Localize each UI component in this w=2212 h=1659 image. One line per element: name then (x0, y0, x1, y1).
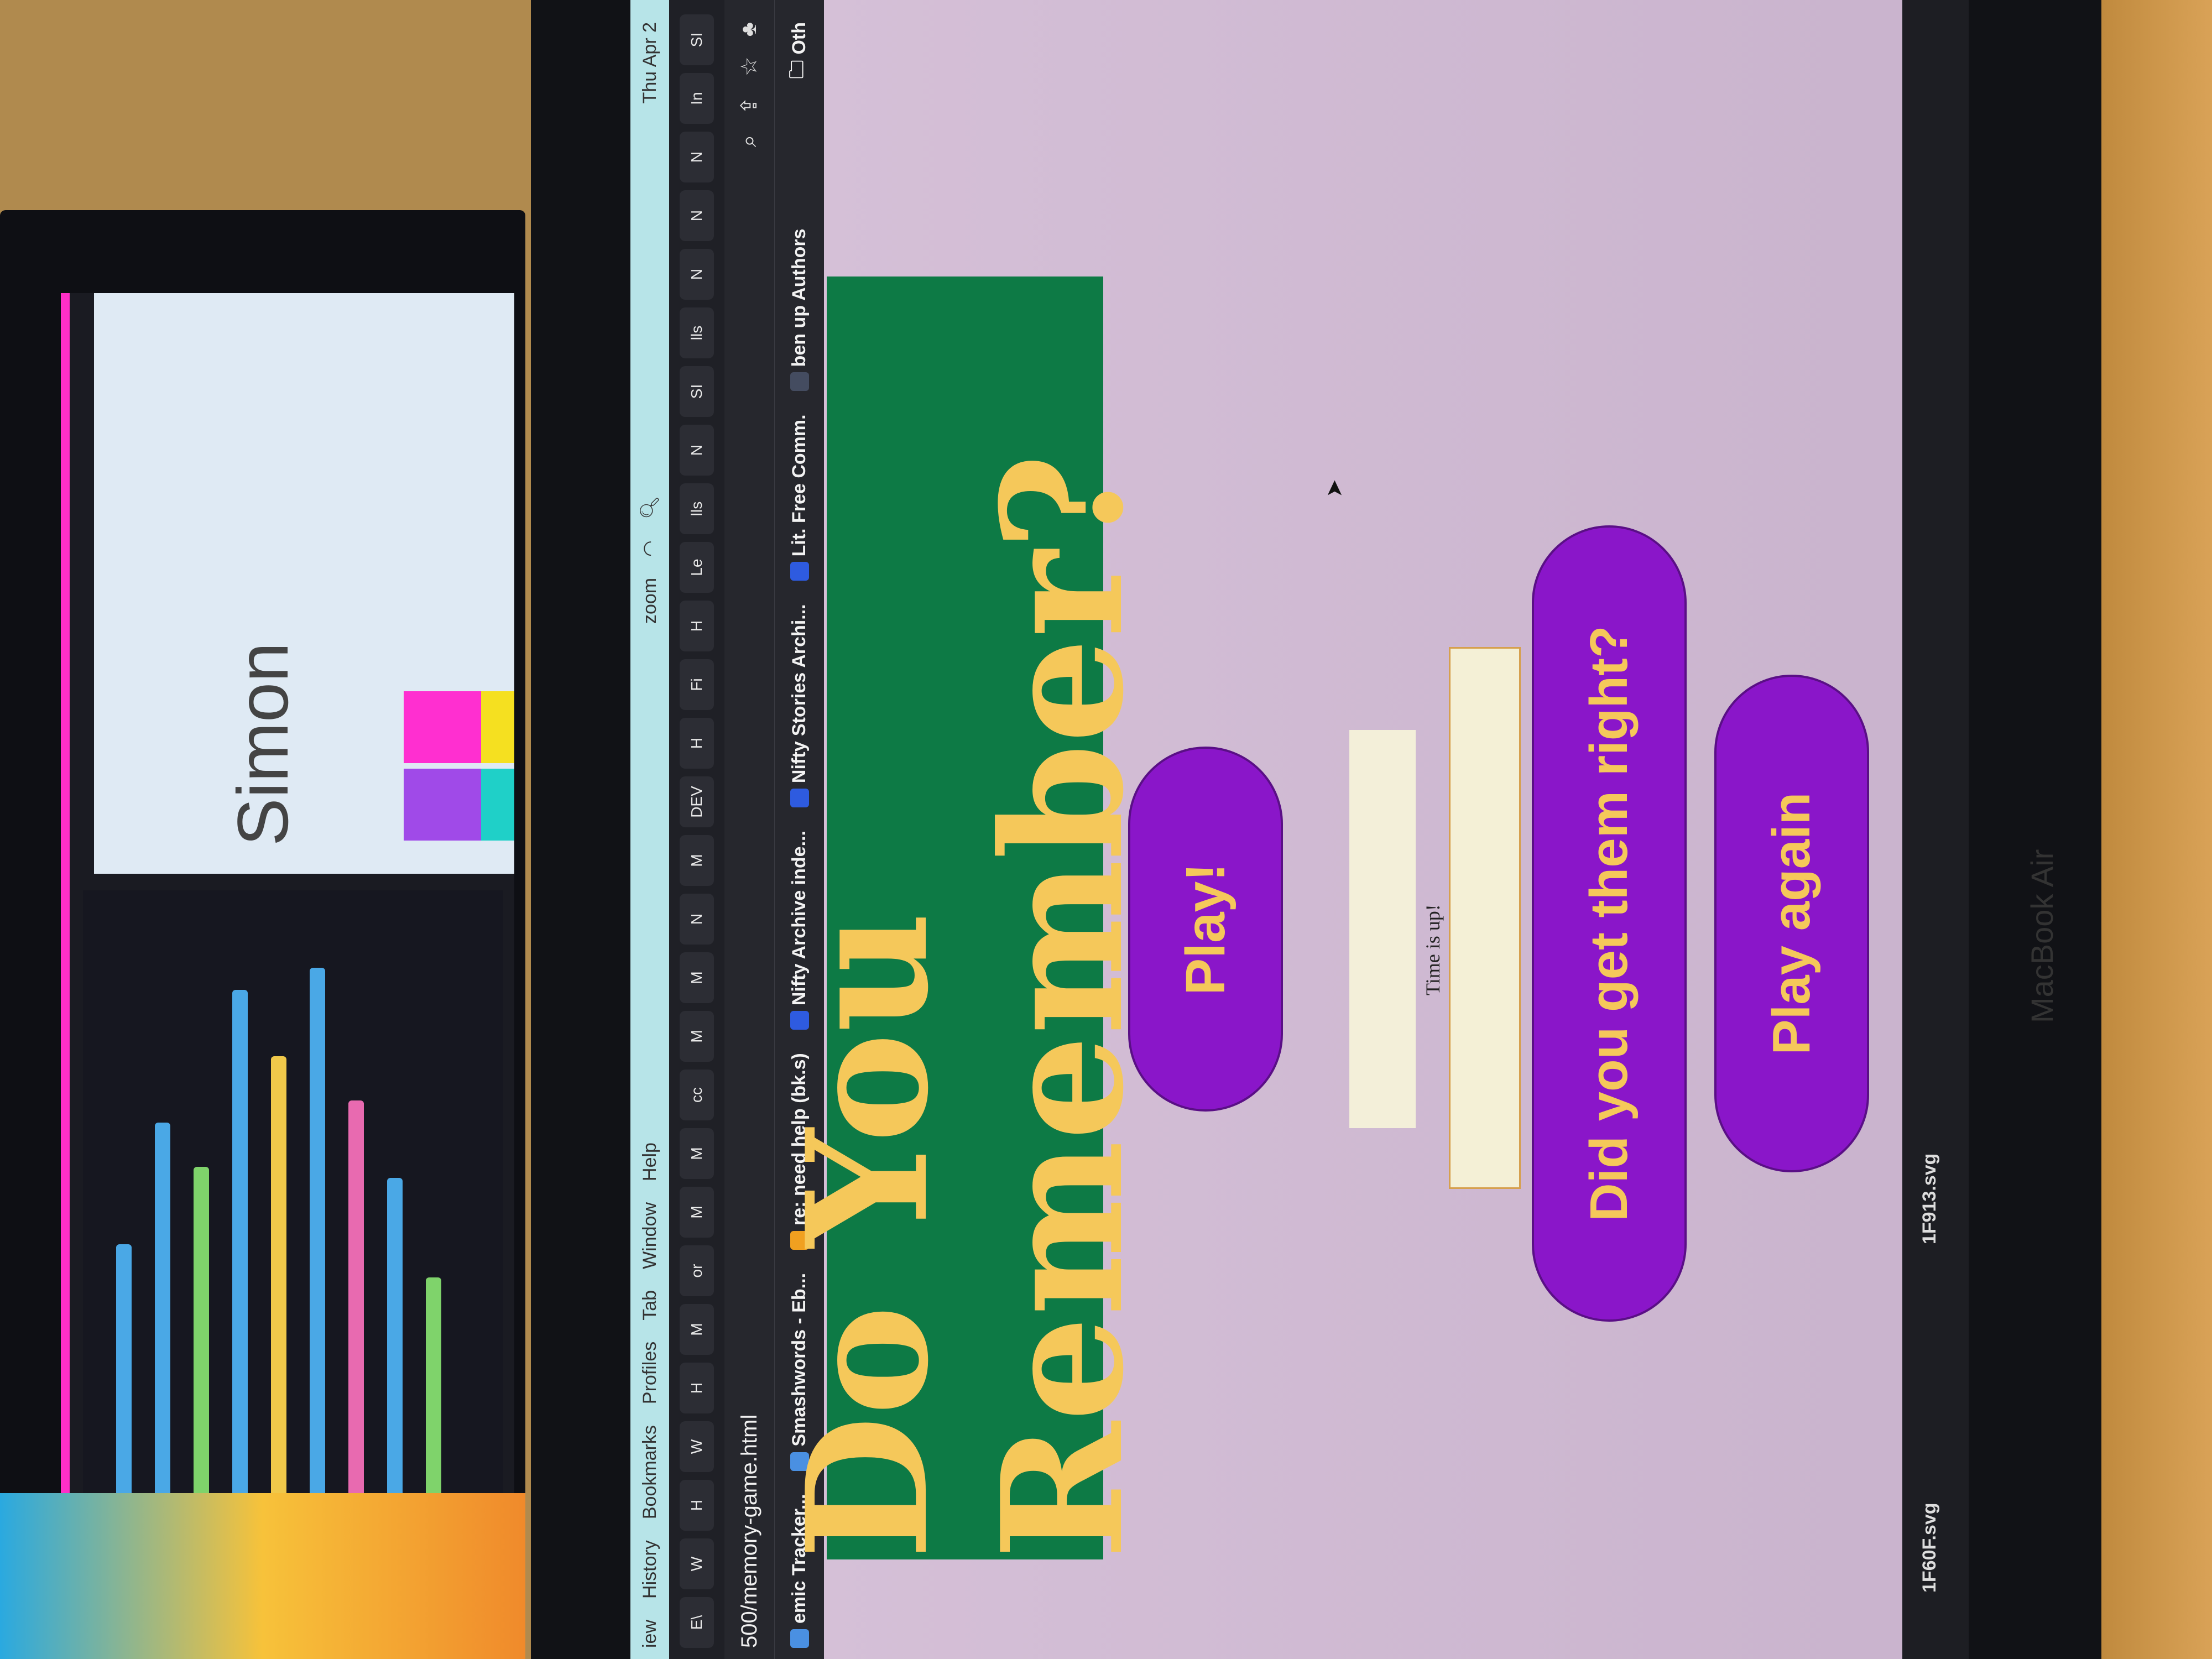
browser-tab[interactable]: cc (680, 1070, 714, 1120)
other-bookmarks-label: Oth (789, 22, 810, 55)
url-text[interactable]: 500/memory-game.html (737, 1415, 762, 1648)
browser-tab[interactable]: H (680, 601, 714, 651)
download-item[interactable]: 1F60F.svg (1919, 1503, 1940, 1593)
browser-tab[interactable]: M (680, 835, 714, 886)
browser-tab[interactable]: SI (680, 366, 714, 417)
viz-bar (232, 990, 248, 1499)
menu-help[interactable]: Help (639, 1142, 661, 1181)
browser-tab[interactable]: lls (680, 483, 714, 534)
mouse-cursor-icon: ➤ (1322, 479, 1347, 498)
browser-tab[interactable]: In (680, 73, 714, 124)
code-visualization (83, 890, 503, 1543)
browser-tab[interactable]: N (680, 132, 714, 182)
viz-bar (310, 968, 325, 1499)
browser-tab[interactable]: N (680, 190, 714, 241)
browser-tab[interactable]: lls (680, 307, 714, 358)
viz-bar (194, 1167, 209, 1499)
download-item[interactable]: 1F913.svg (1919, 1154, 1940, 1244)
viz-bar (271, 1056, 286, 1499)
search-icon[interactable]: 🔍︎ (639, 495, 661, 519)
browser-tab[interactable]: N (680, 894, 714, 945)
browser-tab[interactable]: Le (680, 542, 714, 593)
title-banner: Do You Remember? (770, 276, 1160, 1559)
star-icon[interactable]: ☆ (737, 56, 762, 76)
menu-tab[interactable]: Tab (639, 1290, 661, 1321)
browser-tab[interactable]: or (680, 1245, 714, 1296)
wifi-icon[interactable]: ◠ (639, 540, 661, 557)
timer-display (1349, 730, 1416, 1128)
browser-tab[interactable]: M (680, 952, 714, 1003)
menu-view[interactable]: iew (639, 1620, 661, 1648)
share-icon[interactable]: ⇪ (737, 96, 762, 115)
folder-icon: 🗀 (786, 60, 807, 79)
viz-bar (348, 1100, 364, 1499)
simon-tile-yellow (481, 691, 514, 763)
desk-surface (2101, 0, 2212, 1659)
tab-strip: E\ W H W H M or M M cc M M N M DEV H Fi … (669, 0, 724, 1659)
browser-tab[interactable]: Fi (680, 659, 714, 710)
browser-tab[interactable]: H (680, 1480, 714, 1531)
browser-tab[interactable]: M (680, 1187, 714, 1238)
browser-tab[interactable]: W (680, 1421, 714, 1472)
menubar-clock[interactable]: Thu Apr 2 (639, 22, 661, 103)
laptop-brand-label: MacBook Air (2025, 849, 2059, 1023)
mac-menubar: iew History Bookmarks Profiles Tab Windo… (630, 0, 669, 1659)
viz-bar (155, 1123, 170, 1499)
bookmark-favicon (790, 1629, 809, 1648)
menu-profiles[interactable]: Profiles (639, 1342, 661, 1404)
simon-slide-title: Simon (222, 642, 303, 846)
viz-bar (116, 1244, 132, 1499)
play-again-button[interactable]: Play again (1714, 675, 1869, 1172)
browser-tab[interactable]: DEV (680, 776, 714, 827)
laptop-screen: iew History Bookmarks Profiles Tab Windo… (630, 0, 1958, 1659)
viz-bar (426, 1277, 441, 1499)
browser-tab[interactable]: H (680, 718, 714, 769)
browser-tab[interactable]: M (680, 1304, 714, 1355)
background-monitor-screen: Simon (61, 293, 514, 1554)
browser-tab[interactable]: N (680, 249, 714, 300)
page-title: Do You Remember? (770, 453, 1160, 1559)
answer-input[interactable] (1449, 647, 1521, 1189)
simon-tile-pink (404, 691, 481, 763)
play-button[interactable]: Play! (1128, 747, 1283, 1112)
browser-tab[interactable]: H (680, 1363, 714, 1413)
time-up-message: Time is up! (1422, 904, 1444, 995)
address-bar[interactable]: 500/memory-game.html ⌕ ⇪ ☆ ♣ (724, 0, 774, 1659)
extensions-icon[interactable]: ♣ (737, 22, 762, 36)
zoom-status[interactable]: zoom (639, 578, 661, 624)
window-edge-highlight (61, 293, 70, 1554)
new-tab-button[interactable]: + (680, 0, 714, 7)
other-bookmarks[interactable]: 🗀 Oth (784, 22, 815, 79)
zoom-icon[interactable]: ⌕ (737, 135, 762, 147)
browser-tab[interactable]: SI (680, 14, 714, 65)
viz-bar (387, 1178, 403, 1499)
simon-tile-teal (481, 769, 514, 841)
browser-tab[interactable]: W (680, 1538, 714, 1589)
browser-window: iew History Bookmarks Profiles Tab Windo… (630, 0, 1958, 1659)
simon-tile-purple (404, 769, 481, 841)
browser-tab[interactable]: N (680, 425, 714, 476)
background-monitor: Simon (0, 210, 525, 1626)
toolbar-icons: ⌕ ⇪ ☆ ♣ (737, 22, 762, 147)
check-answers-button[interactable]: Did you get them right? (1532, 525, 1687, 1322)
downloads-bar: 1F60F.svg 1F913.svg (1902, 0, 1969, 1659)
browser-tab[interactable]: M (680, 1128, 714, 1179)
browser-tab[interactable]: E\ (680, 1597, 714, 1648)
menu-history[interactable]: History (639, 1540, 661, 1599)
menu-window[interactable]: Window (639, 1202, 661, 1269)
menu-bookmarks[interactable]: Bookmarks (639, 1425, 661, 1519)
desktop-wallpaper (0, 1493, 525, 1659)
browser-tab[interactable]: M (680, 1011, 714, 1062)
simon-slide: Simon (94, 293, 514, 874)
